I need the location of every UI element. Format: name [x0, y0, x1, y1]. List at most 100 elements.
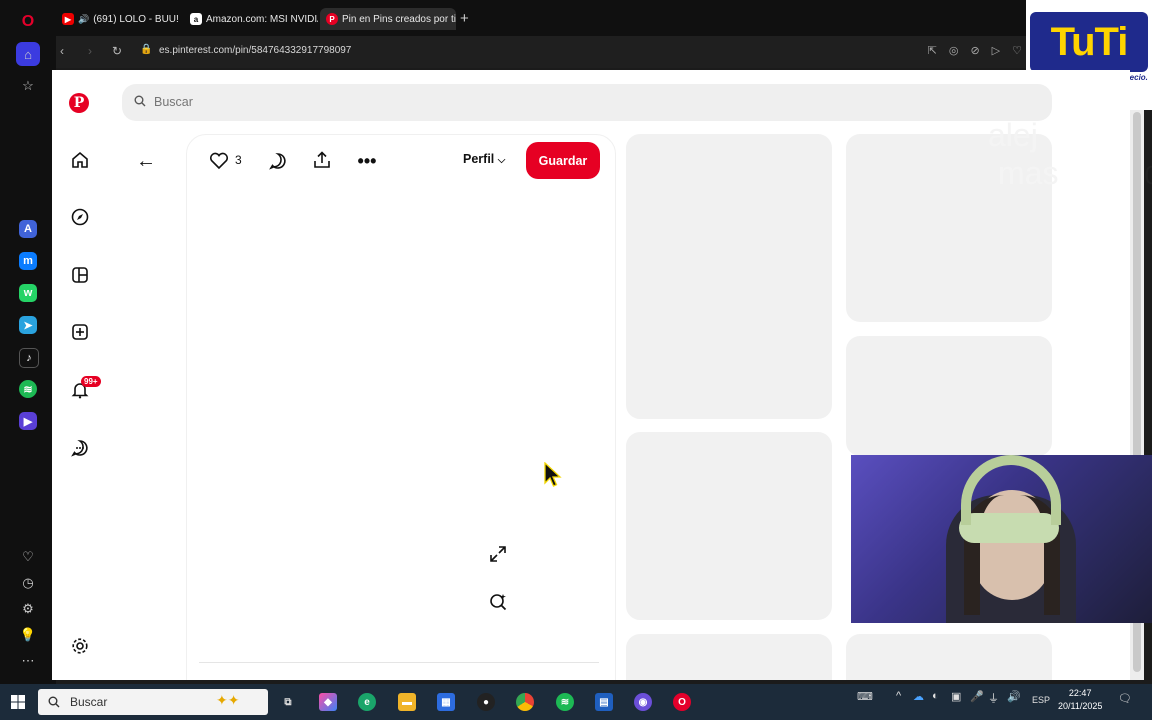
usb-icon[interactable]: ⏚	[988, 690, 999, 706]
save-button[interactable]: Guardar	[526, 142, 600, 179]
copilot-icon[interactable]: ◆	[319, 693, 337, 711]
volume-icon[interactable]: 🔊	[1007, 690, 1021, 703]
home-icon[interactable]: ⌂	[16, 42, 40, 66]
notification-center-icon[interactable]: 🗨	[1118, 692, 1132, 705]
overlay-digit: 0	[1144, 160, 1152, 190]
spotify-icon[interactable]: ≋	[556, 693, 574, 711]
stream-overlay-text: alej mas 0	[988, 116, 1152, 194]
microphone-icon[interactable]: 🎤	[970, 690, 984, 703]
telegram-icon[interactable]: ➤	[19, 316, 37, 334]
create-icon[interactable]	[69, 321, 91, 343]
taskbar-search-input[interactable]: Buscar ✦✦	[38, 689, 268, 715]
heart-icon[interactable]: ♡	[16, 545, 40, 569]
mouse-cursor-icon	[544, 462, 562, 487]
tab-label: Pin en Pins creados por ti	[342, 13, 456, 25]
more-icon[interactable]: ⋯	[16, 649, 40, 673]
taskbar-search-placeholder: Buscar	[70, 695, 108, 709]
boards-icon[interactable]	[69, 264, 91, 286]
edge-icon[interactable]: e	[358, 693, 376, 711]
more-options-icon[interactable]: •••	[356, 150, 378, 172]
visual-search-icon[interactable]	[487, 591, 509, 613]
webcam-headset	[961, 455, 1061, 525]
tips-icon[interactable]: 💡	[16, 623, 40, 647]
clock-date: 20/11/2025	[1058, 701, 1103, 711]
tab-label: Amazon.com: MSI NVIDIA	[206, 13, 318, 25]
spotify-icon[interactable]: ≋	[19, 380, 37, 398]
search-input[interactable]: Buscar	[122, 84, 1052, 121]
new-tab-icon[interactable]: +	[460, 10, 469, 27]
search-icon	[48, 696, 60, 708]
pin-placeholder[interactable]	[626, 134, 832, 419]
pinterest-logo-icon[interactable]: P	[69, 93, 89, 113]
file-explorer-icon[interactable]: ▬	[398, 693, 416, 711]
store-icon[interactable]: ▦	[437, 693, 455, 711]
github-icon[interactable]: ●	[477, 693, 495, 711]
amazon-icon: a	[190, 13, 202, 25]
overlay-line-2: mas 0	[988, 154, 1152, 194]
shield-icon[interactable]: ⊘	[970, 44, 979, 57]
like-count: 3	[235, 153, 242, 167]
messenger-icon[interactable]: m	[19, 252, 37, 270]
profile-dropdown[interactable]: Perfil ⌵	[463, 152, 505, 166]
home-icon[interactable]	[69, 149, 91, 171]
messages-icon[interactable]	[69, 437, 91, 459]
aria-icon[interactable]: A	[19, 220, 37, 238]
pin-card	[186, 134, 616, 680]
expand-icon[interactable]	[487, 543, 509, 565]
whatsapp-icon[interactable]: w	[19, 284, 37, 302]
history-icon[interactable]: ◷	[16, 571, 40, 595]
pin-placeholder[interactable]	[846, 336, 1052, 456]
windows-start-icon[interactable]	[11, 695, 25, 714]
tray-app-icon[interactable]: ◐	[932, 690, 939, 702]
youtube-icon: ▶	[62, 13, 74, 25]
pin-placeholder[interactable]	[846, 634, 1052, 680]
overlay-line-1: alej	[988, 117, 1038, 153]
clock[interactable]: 22:47 20/11/2025	[1058, 687, 1102, 713]
lock-icon: 🔒	[140, 44, 153, 55]
search-placeholder: Buscar	[154, 95, 193, 109]
language-indicator[interactable]: ESP	[1032, 695, 1050, 705]
send-icon[interactable]: ▷	[992, 44, 1000, 57]
show-hidden-icons-icon[interactable]: ^	[896, 690, 901, 702]
url-field[interactable]: es.pinterest.com/pin/584764332917798097	[159, 45, 351, 56]
pin-placeholder[interactable]	[626, 432, 832, 620]
address-actions: ⇱ ◎ ⊘ ▷ ♡	[928, 44, 1022, 57]
explore-icon[interactable]	[69, 206, 91, 228]
opera-sidebar: O ⌂ ☆ A m w ➤ ♪ ≋ ▶ ♡ ◷ ⚙ 💡 ⋯	[0, 0, 56, 684]
heart-icon[interactable]	[208, 150, 230, 172]
opera-logo-icon[interactable]: O	[16, 10, 40, 34]
windows-taskbar: Buscar ✦✦ ⧉ ◆ e ▬ ▦ ● ≋ ▤ ◉ O ⌨ ^ ☁ ◐ ▣ …	[0, 684, 1152, 720]
opera-taskbar-icon[interactable]: O	[673, 693, 691, 711]
pinterest-icon: P	[326, 13, 338, 25]
tab-amazon[interactable]: a Amazon.com: MSI NVIDIA	[184, 8, 318, 30]
share-icon[interactable]	[311, 149, 333, 171]
reload-icon[interactable]: ↻	[112, 44, 122, 58]
heart-icon[interactable]: ♡	[1012, 44, 1022, 57]
star-icon[interactable]: ☆	[16, 74, 40, 98]
tab-youtube[interactable]: ▶ 🔊 (691) LOLO - BUU! (Vi	[56, 8, 178, 30]
keyboard-icon[interactable]: ⌨	[857, 690, 873, 703]
forward-icon[interactable]: ›	[88, 44, 92, 58]
tray-camera-icon[interactable]: ▣	[951, 690, 961, 703]
tuti-brand: TuTi	[1030, 12, 1148, 72]
address-bar: ‹ › ↻ 🔒 es.pinterest.com/pin/58476433291…	[56, 36, 1026, 68]
settings-icon[interactable]: ⚙	[16, 597, 40, 621]
copilot-sparkle-icon: ✦✦	[216, 692, 240, 708]
tiktok-icon[interactable]: ♪	[19, 348, 39, 368]
camera-icon[interactable]: ◎	[949, 44, 959, 57]
settings-icon[interactable]	[69, 635, 91, 657]
comment-icon[interactable]	[267, 150, 289, 172]
back-arrow-icon[interactable]: ←	[136, 150, 156, 173]
chrome-icon[interactable]	[516, 693, 534, 711]
card-divider	[199, 662, 599, 663]
clock-time: 22:47	[1068, 688, 1092, 698]
share-icon[interactable]: ⇱	[928, 44, 937, 57]
outlook-icon[interactable]: ▤	[595, 693, 613, 711]
tab-pinterest[interactable]: P Pin en Pins creados por ti	[320, 8, 456, 30]
pin-placeholder[interactable]	[626, 634, 832, 680]
task-view-icon[interactable]: ⧉	[279, 693, 297, 711]
chat-app-icon[interactable]: ◉	[634, 693, 652, 711]
player-icon[interactable]: ▶	[19, 412, 37, 430]
back-icon[interactable]: ‹	[60, 44, 64, 58]
onedrive-icon[interactable]: ☁	[913, 690, 924, 703]
